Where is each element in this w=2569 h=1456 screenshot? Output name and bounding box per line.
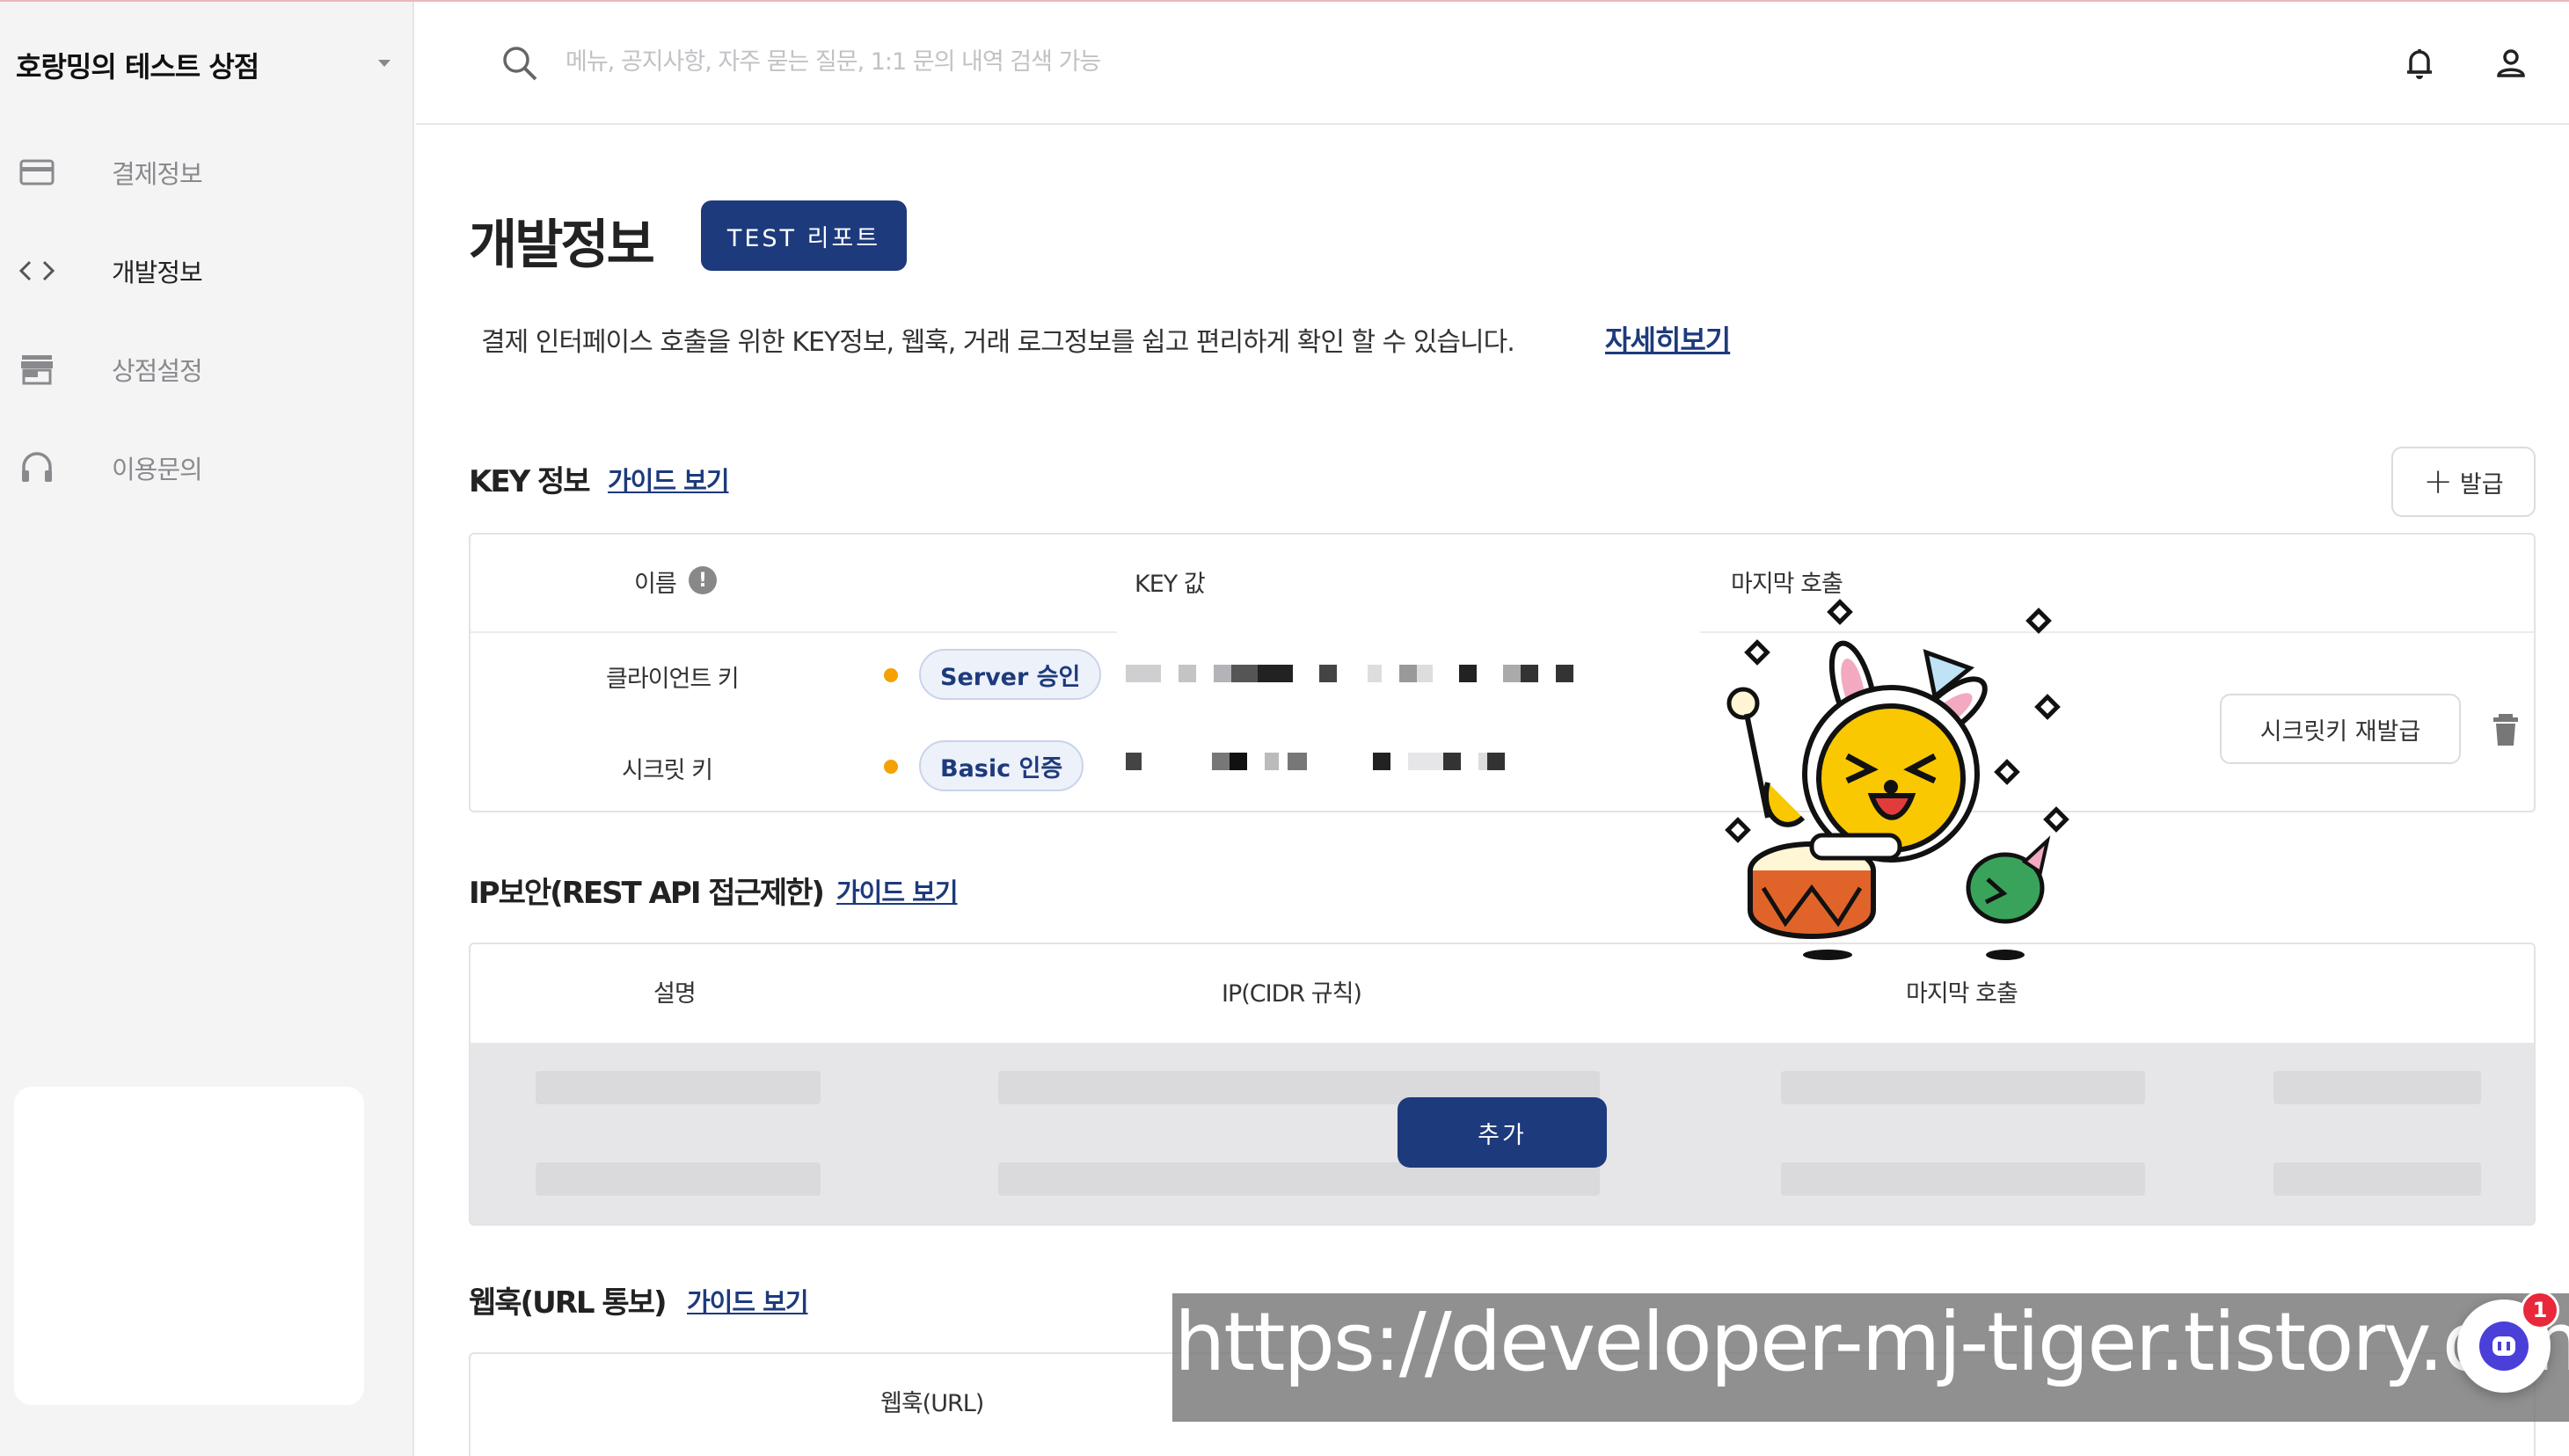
ip-section-title: IP보안(REST API 접근제한) [469,876,825,911]
top-header [416,2,2569,125]
test-report-button[interactable]: TEST 리포트 [701,200,907,271]
skeleton-cell [536,1071,821,1104]
sidebar-item-payment[interactable]: 결제정보 [0,137,413,207]
secret-key-reissue-button[interactable]: 시크릿키 재발급 [2220,694,2461,764]
skeleton-cell [1781,1162,2145,1196]
col-header-last-call: 마지막 호출 [1731,571,1843,598]
issue-button-label: 발급 [2459,470,2504,499]
code-icon [18,251,56,290]
skeleton-cell [536,1162,821,1196]
store-icon [18,350,56,389]
auth-badge: Server 승인 [919,649,1102,700]
header-divider [471,631,1117,633]
key-table: 이름 ! KEY 값 마지막 호출 클라이언트 키 Server 승인 시크릿 … [469,533,2536,812]
col-header-desc: 설명 [653,980,697,1008]
col-header-name: 이름 [634,571,677,598]
more-info-link[interactable]: 자세히보기 [1605,318,1731,359]
issue-key-button[interactable]: + 발급 [2391,447,2536,517]
notification-count-badge: 1 [2521,1291,2559,1329]
headset-icon [18,448,56,487]
sidebar-item-label: 개발정보 [112,258,203,288]
info-icon[interactable]: ! [689,566,717,594]
watermark-banner: https://developer-mj-tiger.tistory.com [1172,1293,2569,1422]
user-icon[interactable] [2490,42,2532,84]
main-content: 개발정보 TEST 리포트 결제 인터페이스 호출을 위한 KEY정보, 웹훅,… [416,125,2569,1456]
status-dot [884,760,898,774]
sidebar-card [14,1087,364,1405]
ip-table: 설명 IP(CIDR 규칙) 마지막 호출 추가 [469,943,2536,1226]
chevron-down-icon [378,60,390,67]
skeleton-cell [2273,1071,2481,1104]
page-title: 개발정보 [469,215,655,276]
col-header-ip: IP(CIDR 규칙) [1222,980,1362,1008]
masked-key-value [1126,753,1505,770]
store-selector[interactable]: 호랑밍의 테스트 상점 [16,40,394,90]
card-icon [18,153,56,192]
sidebar-item-label: 이용문의 [112,455,203,484]
tiger-sticker-image [1725,599,2069,960]
col-header-last-call: 마지막 호출 [1906,980,2018,1008]
trash-icon[interactable] [2488,710,2523,749]
search-icon[interactable] [499,42,541,84]
col-header-key: KEY 값 [1135,571,1206,598]
col-header-url: 웹훅(URL) [880,1390,984,1417]
plus-icon: + [2423,462,2453,502]
sidebar-item-label: 상점설정 [112,356,203,386]
masked-key-value [1126,665,1573,682]
status-dot [884,668,898,682]
chat-icon [2479,1321,2529,1371]
sidebar: 호랑밍의 테스트 상점 결제정보 개발정보 상점설정 이용문의 [0,2,414,1456]
key-row-name: 클라이언트 키 [606,666,740,693]
auth-badge: Basic 인증 [919,740,1084,791]
add-ip-button[interactable]: 추가 [1398,1097,1607,1168]
bell-icon[interactable] [2398,42,2441,84]
sidebar-item-store-settings[interactable]: 상점설정 [0,334,413,404]
search-input[interactable] [566,37,1357,86]
skeleton-cell [1781,1071,2145,1104]
webhook-guide-link[interactable]: 가이드 보기 [687,1282,808,1319]
sidebar-item-inquiry[interactable]: 이용문의 [0,433,413,503]
sidebar-item-label: 결제정보 [112,159,203,189]
webhook-section-title: 웹훅(URL 통보) [469,1285,667,1321]
page-description: 결제 인터페이스 호출을 위한 KEY정보, 웹훅, 거래 로그정보를 쉽고 편… [481,327,1515,358]
store-name: 호랑밍의 테스트 상점 [16,50,259,84]
watermark-text: https://developer-mj-tiger.tistory.com [1174,1295,2569,1389]
key-row-name: 시크릿 키 [622,757,713,784]
key-guide-link[interactable]: 가이드 보기 [608,461,729,498]
skeleton-cell [2273,1162,2481,1196]
key-section-title: KEY 정보 [469,464,591,499]
ip-guide-link[interactable]: 가이드 보기 [836,872,958,909]
sidebar-item-dev[interactable]: 개발정보 [0,236,413,306]
